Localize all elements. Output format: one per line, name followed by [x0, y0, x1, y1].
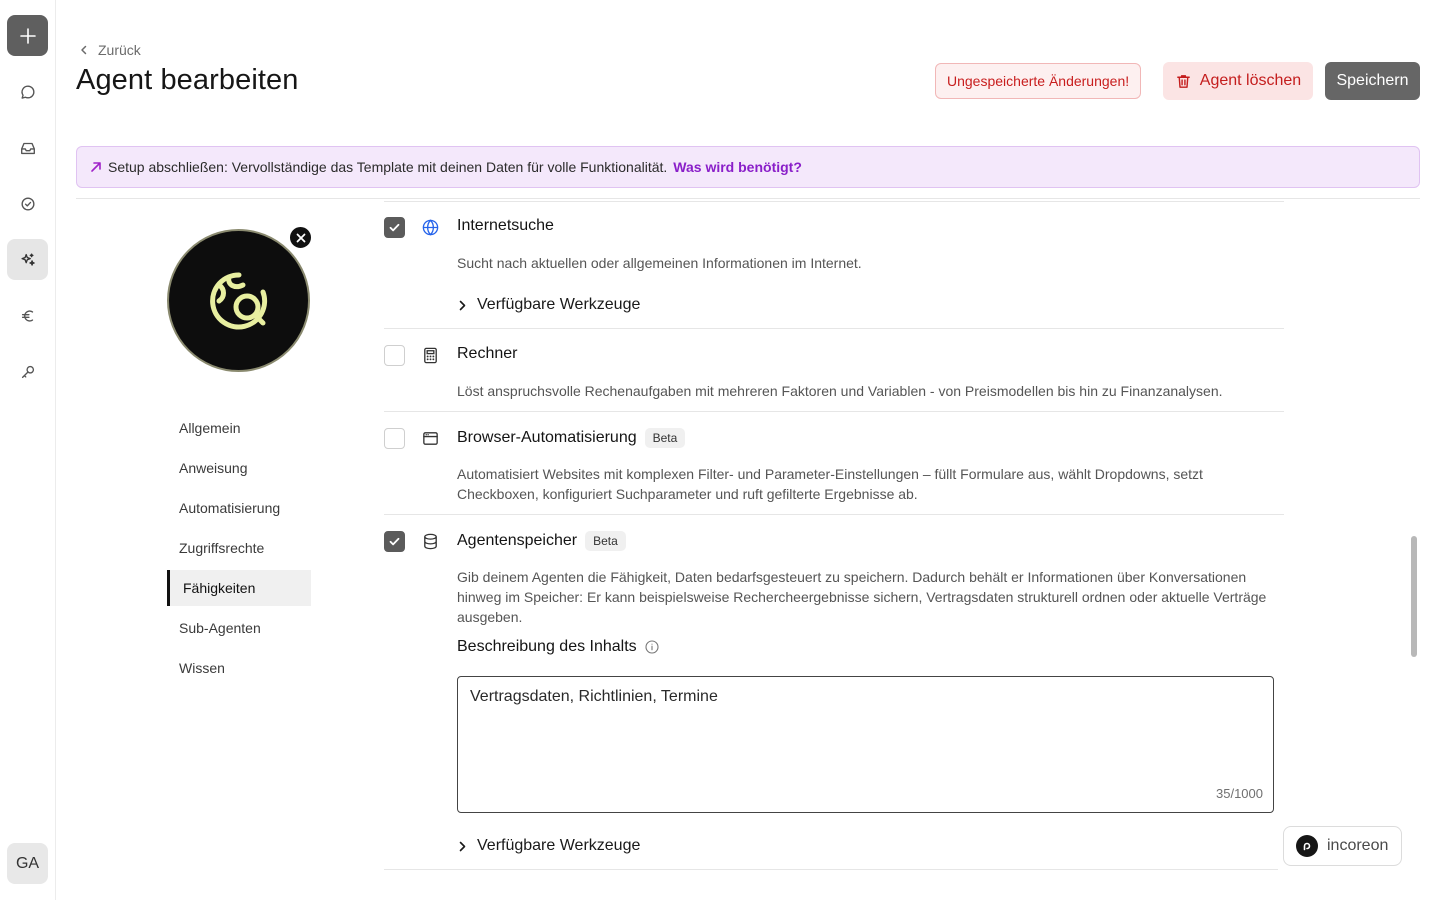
nav-item-automatisierung[interactable]: Automatisierung — [167, 490, 311, 526]
nav-item-anweisung[interactable]: Anweisung — [167, 450, 311, 486]
internetsuche-title: Internetsuche — [457, 217, 554, 235]
euro-icon — [21, 309, 33, 322]
rechner-description: Löst anspruchsvolle Rechenaufgaben mit m… — [457, 383, 1223, 399]
close-icon — [296, 233, 305, 242]
agentenspeicher-tools-toggle[interactable]: Verfügbare Werkzeuge — [457, 837, 640, 855]
content-description-value: Vertragsdaten, Richtlinien, Termine — [470, 688, 718, 705]
brand-name: incoreon — [1327, 837, 1389, 854]
content-divider — [76, 198, 1420, 199]
setup-banner-text: Setup abschließen: Vervollständige das T… — [108, 159, 668, 175]
capability-divider — [384, 328, 1284, 329]
browser-automation-description: Automatisiert Websites mit komplexen Fil… — [457, 466, 1203, 502]
settings-nav: Allgemein Anweisung Automatisierung Zugr… — [167, 410, 311, 690]
capability-divider — [384, 869, 1278, 870]
arrow-up-right-icon — [91, 162, 101, 172]
rechner-title: Rechner — [457, 345, 517, 363]
inbox-icon — [20, 142, 35, 154]
new-chat-button[interactable] — [7, 15, 48, 56]
save-button[interactable]: Speichern — [1325, 62, 1420, 100]
capability-divider — [384, 411, 1284, 412]
beta-badge: Beta — [585, 531, 626, 551]
database-icon — [420, 531, 440, 551]
info-icon[interactable] — [645, 640, 659, 654]
page-title: Agent bearbeiten — [76, 64, 299, 96]
rail-agents-button[interactable] — [7, 239, 48, 280]
delete-agent-label: Agent löschen — [1199, 72, 1302, 89]
chat-icon — [20, 84, 35, 99]
scrollbar-thumb[interactable] — [1411, 536, 1417, 657]
nav-item-zugriffsrechte[interactable]: Zugriffsrechte — [167, 530, 311, 566]
left-rail: GA — [0, 0, 56, 900]
chevron-left-icon — [81, 45, 87, 55]
nav-item-wissen[interactable]: Wissen — [167, 650, 311, 686]
nav-item-allgemein[interactable]: Allgemein — [167, 410, 311, 446]
agentenspeicher-title: Agentenspeicher Beta — [457, 531, 626, 551]
plus-icon — [19, 27, 36, 44]
content-description-textarea[interactable]: Vertragsdaten, Richtlinien, Termine 35/1… — [457, 676, 1274, 813]
content-description-label-text: Beschreibung des Inhalts — [457, 638, 637, 655]
brand-logo-icon — [1296, 835, 1318, 857]
setup-banner: Setup abschließen: Vervollständige das T… — [76, 146, 1420, 188]
key-icon — [21, 365, 34, 378]
chevron-right-icon — [459, 300, 466, 310]
brand-badge[interactable]: incoreon — [1283, 826, 1402, 866]
globe-icon — [420, 217, 440, 237]
browser-automation-title: Browser-Automatisierung Beta — [457, 428, 686, 448]
agentenspeicher-title-text: Agentenspeicher — [457, 532, 578, 549]
rail-chat-button[interactable] — [7, 71, 48, 112]
rail-keys-button[interactable] — [7, 351, 48, 392]
back-label: Zurück — [98, 42, 141, 58]
browser-automation-title-text: Browser-Automatisierung — [457, 429, 637, 446]
calculator-icon — [420, 345, 440, 365]
nav-item-sub-agenten[interactable]: Sub-Agenten — [167, 610, 311, 646]
delete-agent-button[interactable]: Agent löschen — [1163, 62, 1313, 100]
rail-tasks-button[interactable] — [7, 183, 48, 224]
rail-inbox-button[interactable] — [7, 127, 48, 168]
rechner-title-text: Rechner — [457, 345, 518, 362]
agent-avatar[interactable] — [167, 229, 310, 372]
capability-divider — [384, 514, 1284, 515]
chevron-right-icon — [459, 841, 466, 851]
internetsuche-tools-toggle[interactable]: Verfügbare Werkzeuge — [457, 296, 640, 314]
tasks-icon — [20, 196, 35, 211]
capabilities-top-divider — [384, 201, 1284, 202]
remove-avatar-button[interactable] — [288, 225, 313, 250]
agentenspeicher-tools-label: Verfügbare Werkzeuge — [477, 837, 641, 854]
internetsuche-tools-label: Verfügbare Werkzeuge — [477, 296, 641, 313]
rail-billing-button[interactable] — [7, 295, 48, 336]
browser-icon — [420, 428, 440, 448]
internetsuche-title-text: Internetsuche — [457, 217, 554, 234]
internetsuche-checkbox[interactable] — [384, 217, 405, 238]
agents-icon — [20, 252, 35, 266]
beta-badge: Beta — [644, 428, 686, 448]
user-avatar[interactable]: GA — [7, 843, 48, 884]
back-link[interactable]: Zurück — [78, 42, 141, 58]
browser-automation-checkbox[interactable] — [384, 428, 405, 449]
check-icon — [389, 537, 400, 546]
setup-requirements-link[interactable]: Was wird benötigt? — [673, 159, 802, 175]
nav-item-faehigkeiten[interactable]: Fähigkeiten — [167, 570, 311, 606]
agentenspeicher-checkbox[interactable] — [384, 531, 405, 552]
unsaved-changes-badge: Ungespeicherte Änderungen! — [935, 63, 1142, 99]
check-icon — [389, 223, 400, 232]
trash-icon — [1176, 74, 1190, 88]
internetsuche-description: Sucht nach aktuellen oder allgemeinen In… — [457, 255, 862, 271]
rechner-checkbox[interactable] — [384, 345, 405, 366]
content-description-label: Beschreibung des Inhalts — [457, 638, 659, 656]
globe-search-icon — [209, 271, 267, 329]
agentenspeicher-description: Gib deinem Agenten die Fähigkeit, Daten … — [457, 569, 1267, 625]
character-counter: 35/1000 — [1216, 786, 1263, 801]
